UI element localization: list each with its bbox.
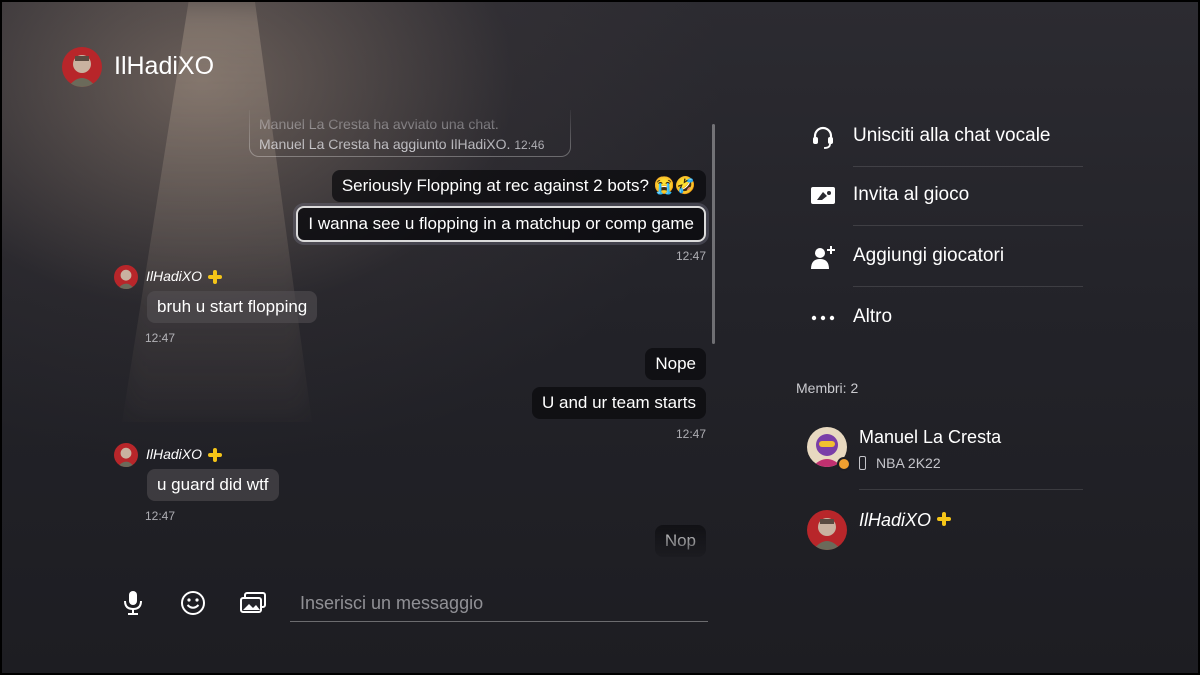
message-bubble-sent-selected[interactable]: I wanna see u flopping in a matchup or c… xyxy=(296,206,706,242)
message-time: 12:47 xyxy=(675,427,706,441)
member-item[interactable]: IlHadiXO xyxy=(807,510,1083,570)
add-user-icon xyxy=(807,243,839,271)
message-bubble-received[interactable]: u guard did wtf xyxy=(147,469,279,501)
member-avatar xyxy=(807,510,847,550)
members-header: Membri: 2 xyxy=(796,380,859,396)
media-button[interactable] xyxy=(238,588,268,618)
microphone-icon xyxy=(124,591,142,615)
ps5-console-icon xyxy=(859,456,866,470)
member-name: IlHadiXO xyxy=(859,510,955,531)
ps-plus-icon xyxy=(208,448,223,463)
chat-scrollbar[interactable] xyxy=(712,124,715,344)
member-divider xyxy=(859,489,1083,490)
message-bubble-sent[interactable]: U and ur team starts xyxy=(531,387,706,419)
sender-avatar xyxy=(114,265,138,289)
online-status-icon xyxy=(837,457,851,471)
headset-icon xyxy=(807,123,839,151)
menu-label: Altro xyxy=(853,306,893,327)
member-item[interactable]: Manuel La Cresta NBA 2K22 xyxy=(807,427,1083,487)
chat-messages[interactable]: Manuel La Cresta ha avviato una chat. Ma… xyxy=(102,110,712,560)
sender-name: IlHadiXO xyxy=(146,446,203,462)
add-players-button[interactable]: Aggiungi giocatori xyxy=(807,227,1083,287)
message-bubble-sent[interactable]: Seriously Flopping at rec against 2 bots… xyxy=(331,170,706,202)
message-time: 12:47 xyxy=(145,509,176,523)
sender-avatar xyxy=(114,443,138,467)
sender-name: IlHadiXO xyxy=(146,268,203,284)
menu-label: Invita al gioco xyxy=(853,184,970,205)
message-time: 12:47 xyxy=(145,331,176,345)
message-input[interactable] xyxy=(290,586,708,622)
header-avatar xyxy=(62,47,102,87)
member-name: Manuel La Cresta xyxy=(859,427,1002,447)
chat-screen: IlHadiXO Manuel La Cresta ha avviato una… xyxy=(2,2,1198,673)
ps-plus-icon xyxy=(937,512,955,530)
emoji-icon xyxy=(181,591,205,615)
invite-to-game-button[interactable]: Invita al gioco xyxy=(807,166,1083,226)
ps-plus-icon xyxy=(208,270,223,285)
message-time: 12:47 xyxy=(675,249,706,263)
member-game: NBA 2K22 xyxy=(859,455,941,471)
media-gallery-icon xyxy=(240,592,266,613)
header-username: IlHadiXO xyxy=(114,52,215,80)
more-dots-icon xyxy=(807,304,839,332)
invite-game-icon xyxy=(807,182,839,210)
menu-label: Unisciti alla chat vocale xyxy=(853,125,1051,146)
more-options-button[interactable]: Altro xyxy=(807,288,1083,348)
system-message: Manuel La Cresta ha avviato una chat. xyxy=(259,116,499,132)
system-message: Manuel La Cresta ha aggiunto IlHadiXO. 12… xyxy=(259,136,545,152)
emoji-button[interactable] xyxy=(178,588,208,618)
message-bubble-received[interactable]: bruh u start flopping xyxy=(147,291,318,323)
join-voice-chat-button[interactable]: Unisciti alla chat vocale xyxy=(807,107,1083,167)
message-bubble-sent[interactable]: Nop xyxy=(654,525,706,557)
microphone-button[interactable] xyxy=(118,588,148,618)
menu-label: Aggiungi giocatori xyxy=(853,245,1005,266)
message-bubble-sent[interactable]: Nope xyxy=(645,348,706,380)
